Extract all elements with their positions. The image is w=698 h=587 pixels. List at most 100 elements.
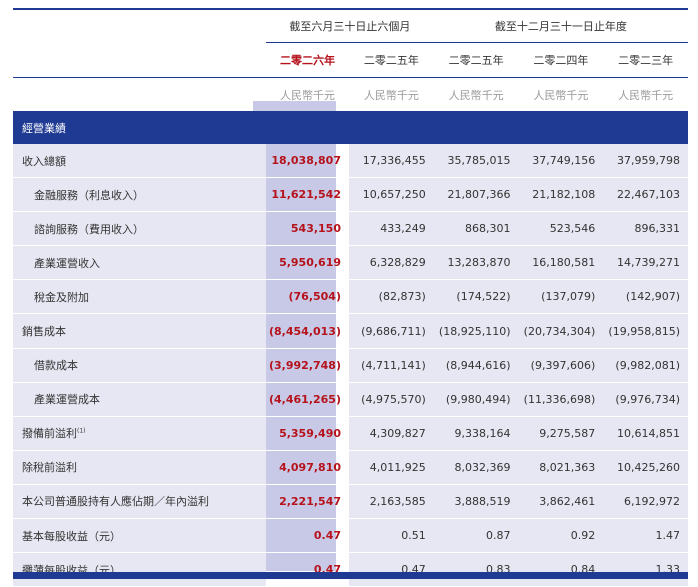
- value-2025: 13,283,870: [433, 245, 519, 281]
- value-2025: (18,925,110): [433, 313, 519, 349]
- row-label: 銷售成本: [13, 313, 266, 349]
- value-2023: 6,192,972: [603, 484, 688, 520]
- value-2026h1: 2,221,547: [266, 484, 349, 520]
- value-2023: 10,614,851: [603, 416, 688, 451]
- value-2025: 3,888,519: [433, 484, 519, 520]
- period-header-2024: 二零二四年: [518, 42, 604, 78]
- section-title: 經營業績: [13, 111, 688, 144]
- unit-label: 人民幣千元: [448, 88, 504, 102]
- value-2026h1: 4,097,810: [266, 450, 349, 485]
- value-2024: 21,182,108: [518, 177, 604, 213]
- value-2024: (20,734,304): [518, 313, 604, 349]
- row-label: 產業運營成本: [13, 382, 266, 417]
- value-2025: (8,944,616): [433, 348, 519, 383]
- table-row: 產業運營成本 (4,461,265) (4,975,570) (9,980,49…: [13, 382, 688, 417]
- value-2024: (9,397,606): [518, 348, 604, 383]
- value-2025h1: 4,011,925: [349, 450, 434, 485]
- period-header-row: 二零二六年 二零二五年 二零二五年 二零二四年 二零二三年: [13, 42, 688, 78]
- value-2024: 16,180,581: [518, 245, 604, 281]
- value-2024: (137,079): [518, 279, 604, 315]
- row-label: 產業運營收入: [13, 245, 266, 281]
- table-row: 本公司普通股持有人應佔期／年內溢利 2,221,547 2,163,585 3,…: [13, 484, 688, 520]
- value-2026h1: 5,359,490: [266, 416, 349, 451]
- row-label: 稅金及附加: [13, 279, 266, 315]
- period-group-header-row: 截至六月三十日止六個月 截至十二月三十一日止年度: [13, 8, 688, 43]
- value-2024: 3,862,461: [518, 484, 604, 520]
- value-2023: (9,982,081): [603, 348, 688, 383]
- value-2023: 37,959,798: [603, 144, 688, 179]
- value-2026h1: 5,950,619: [266, 245, 349, 281]
- row-label: 金融服務（利息收入）: [13, 177, 266, 213]
- table-row: 收入總額 18,038,807 17,336,455 35,785,015 37…: [13, 144, 688, 179]
- unit-header-row: 人民幣千元 人民幣千元 人民幣千元 人民幣千元 人民幣千元: [13, 78, 688, 112]
- six-months-group-header: 截至六月三十日止六個月: [266, 8, 434, 43]
- value-2025h1: (9,686,711): [349, 313, 434, 349]
- period-header-2025: 二零二五年: [433, 42, 519, 78]
- value-2025: 9,338,164: [433, 416, 519, 451]
- financial-summary-table: 截至六月三十日止六個月 截至十二月三十一日止年度 二零二六年 二零二五年 二零二…: [13, 8, 688, 587]
- value-2023: 1.47: [603, 518, 688, 554]
- table-row: 諮詢服務（費用收入） 543,150 433,249 868,301 523,5…: [13, 211, 688, 247]
- value-2026h1: 0.47: [266, 552, 349, 587]
- value-2026h1: 0.47: [266, 518, 349, 554]
- row-label: 收入總額: [13, 144, 266, 179]
- value-2024: 523,546: [518, 211, 604, 247]
- value-2024: (11,336,698): [518, 382, 604, 417]
- row-label-with-note: 撥備前溢利(1): [13, 416, 266, 451]
- value-2023: (9,976,734): [603, 382, 688, 417]
- table-row: 借款成本 (3,992,748) (4,711,141) (8,944,616)…: [13, 348, 688, 383]
- row-label: 本公司普通股持有人應佔期／年內溢利: [13, 484, 266, 520]
- unit-label: 人民幣千元: [280, 88, 335, 102]
- value-2024: 8,021,363: [518, 450, 604, 485]
- table-row: 攤薄每股收益（元） 0.47 0.47 0.83 0.84 1.33: [13, 552, 688, 587]
- row-label: 攤薄每股收益（元）: [13, 552, 266, 587]
- value-2024: 0.92: [518, 518, 604, 554]
- value-2025h1: 6,328,829: [349, 245, 434, 281]
- value-2023: (142,907): [603, 279, 688, 315]
- value-2026h1: (4,461,265): [266, 382, 349, 417]
- value-2023: 22,467,103: [603, 177, 688, 213]
- value-2024: 0.84: [518, 552, 604, 587]
- value-2025: 35,785,015: [433, 144, 519, 179]
- table-row: 金融服務（利息收入） 11,621,542 10,657,250 21,807,…: [13, 177, 688, 213]
- footnote-marker: (1): [77, 427, 86, 435]
- value-2025h1: 17,336,455: [349, 144, 434, 179]
- table-row: 產業運營收入 5,950,619 6,328,829 13,283,870 16…: [13, 245, 688, 281]
- value-2026h1: (76,504): [266, 279, 349, 315]
- value-2023: 10,425,260: [603, 450, 688, 485]
- value-2025h1: 0.51: [349, 518, 434, 554]
- row-label: 諮詢服務（費用收入）: [13, 211, 266, 247]
- table-row: 基本每股收益（元） 0.47 0.51 0.87 0.92 1.47: [13, 518, 688, 554]
- value-2025h1: 10,657,250: [349, 177, 434, 213]
- table-row: 稅金及附加 (76,504) (82,873) (174,522) (137,0…: [13, 279, 688, 315]
- value-2023: (19,958,815): [603, 313, 688, 349]
- value-2026h1: (8,454,013): [266, 313, 349, 349]
- value-2025h1: 4,309,827: [349, 416, 434, 451]
- value-2025h1: 433,249: [349, 211, 434, 247]
- year-group-header: 截至十二月三十一日止年度: [433, 8, 688, 43]
- unit-label: 人民幣千元: [618, 88, 674, 102]
- value-2025: 0.87: [433, 518, 519, 554]
- value-2026h1: (3,992,748): [266, 348, 349, 383]
- value-2024: 9,275,587: [518, 416, 604, 451]
- value-2024: 37,749,156: [518, 144, 604, 179]
- value-2025: (9,980,494): [433, 382, 519, 417]
- row-label: 借款成本: [13, 348, 266, 383]
- period-header-2026h1: 二零二六年: [266, 42, 349, 78]
- value-2025: 868,301: [433, 211, 519, 247]
- value-2026h1: 11,621,542: [266, 177, 349, 213]
- value-2026h1: 543,150: [266, 211, 349, 247]
- unit-label: 人民幣千元: [363, 88, 419, 102]
- value-2025: 0.83: [433, 552, 519, 587]
- table-row: 除稅前溢利 4,097,810 4,011,925 8,032,369 8,02…: [13, 450, 688, 485]
- table-row: 撥備前溢利(1) 5,359,490 4,309,827 9,338,164 9…: [13, 416, 688, 451]
- value-2025h1: 2,163,585: [349, 484, 434, 520]
- value-2026h1: 18,038,807: [266, 144, 349, 179]
- period-header-2023: 二零二三年: [603, 42, 688, 78]
- financial-summary-table-wrapper: 截至六月三十日止六個月 截至十二月三十一日止年度 二零二六年 二零二五年 二零二…: [13, 8, 688, 587]
- row-label: 除稅前溢利: [13, 450, 266, 485]
- value-2025: (174,522): [433, 279, 519, 315]
- value-2025h1: (4,711,141): [349, 348, 434, 383]
- value-2025h1: (4,975,570): [349, 382, 434, 417]
- value-2023: 1.33: [603, 552, 688, 587]
